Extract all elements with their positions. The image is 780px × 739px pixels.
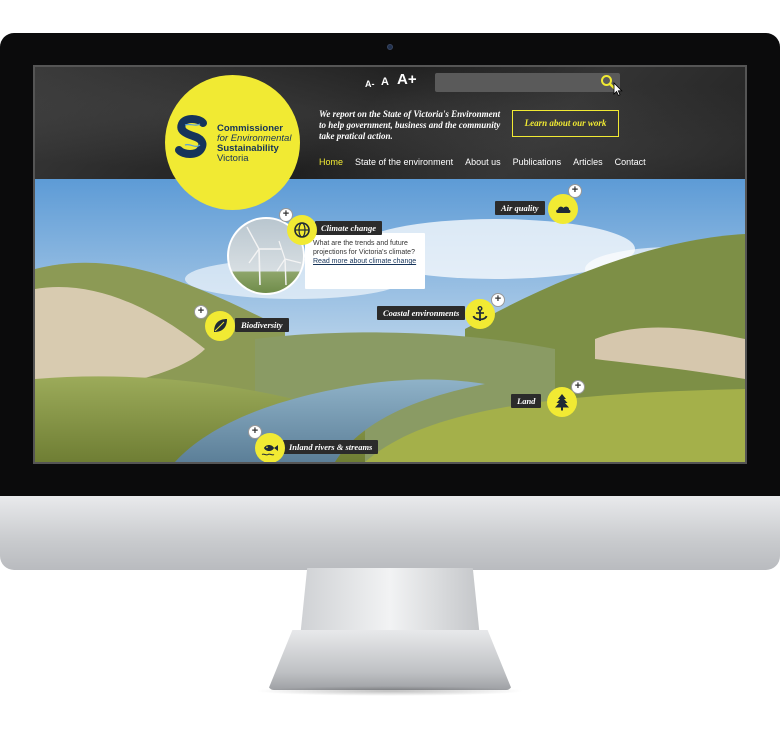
nav-home[interactable]: Home — [319, 157, 343, 171]
hotspot-biodiversity-label[interactable]: Biodiversity — [235, 318, 289, 332]
logo-wordmark: Commissioner for Environmental Sustainab… — [217, 124, 297, 164]
cloud-icon — [556, 206, 571, 213]
air-quality-plus-icon[interactable]: + — [568, 184, 582, 198]
tree-icon — [555, 394, 569, 411]
nav-publications[interactable]: Publications — [513, 157, 562, 171]
website-screen: A- A A+ We report on the State of Victor… — [33, 65, 747, 464]
site-tagline: We report on the State of Victoria's Env… — [319, 109, 501, 141]
nav-articles[interactable]: Articles — [573, 157, 603, 171]
site-header: A- A A+ We report on the State of Victor… — [35, 67, 745, 179]
biodiversity-badge[interactable] — [205, 311, 235, 341]
search-input[interactable] — [435, 73, 620, 92]
logo-line-4: Victoria — [217, 153, 249, 164]
rivers-plus-icon[interactable]: + — [248, 425, 262, 439]
camera-icon — [387, 44, 393, 50]
nav-state-of-the-environment[interactable]: State of the environment — [355, 157, 453, 171]
hotspot-air-quality-label[interactable]: Air quality — [495, 201, 545, 215]
nav-contact[interactable]: Contact — [615, 157, 646, 171]
climate-info-link[interactable]: Read more about climate change — [313, 258, 416, 265]
land-plus-icon[interactable]: + — [571, 380, 585, 394]
font-size-decrease[interactable]: A- — [365, 79, 375, 89]
hero-landscape-image — [35, 179, 745, 462]
anchor-icon — [472, 306, 488, 321]
monitor-shadow — [255, 686, 525, 696]
climate-info-text: What are the trends and future projectio… — [313, 240, 415, 256]
monitor-neck — [300, 568, 480, 638]
hotspot-coastal-label[interactable]: Coastal environments — [377, 306, 466, 320]
monitor-chin — [0, 496, 780, 570]
mouse-cursor-icon — [613, 82, 623, 96]
hotspot-land-label[interactable]: Land — [511, 394, 542, 408]
hotspot-rivers-label[interactable]: Inland rivers & streams — [283, 440, 379, 454]
learn-about-our-work-button[interactable]: Learn about our work — [512, 110, 619, 137]
font-size-increase[interactable]: A+ — [397, 71, 417, 88]
font-size-normal[interactable]: A — [381, 76, 389, 88]
globe-icon — [294, 222, 310, 238]
coastal-badge[interactable] — [465, 299, 495, 329]
ces-logo-icon — [175, 115, 207, 158]
leaf-icon — [214, 319, 227, 332]
main-nav: Home State of the environment About us P… — [319, 157, 646, 171]
nav-about-us[interactable]: About us — [465, 157, 501, 171]
air-quality-badge[interactable] — [548, 194, 578, 224]
site-logo[interactable]: Commissioner for Environmental Sustainab… — [165, 75, 300, 210]
fish-icon — [261, 445, 278, 456]
climate-change-badge[interactable] — [287, 215, 317, 245]
biodiversity-plus-icon[interactable]: + — [194, 305, 208, 319]
climate-change-plus-icon[interactable]: + — [279, 208, 293, 222]
coastal-plus-icon[interactable]: + — [491, 293, 505, 307]
hotspot-climate-change-label[interactable]: Climate change — [315, 221, 383, 235]
monitor-foot — [268, 630, 512, 690]
climate-change-info-box: What are the trends and future projectio… — [305, 233, 425, 289]
